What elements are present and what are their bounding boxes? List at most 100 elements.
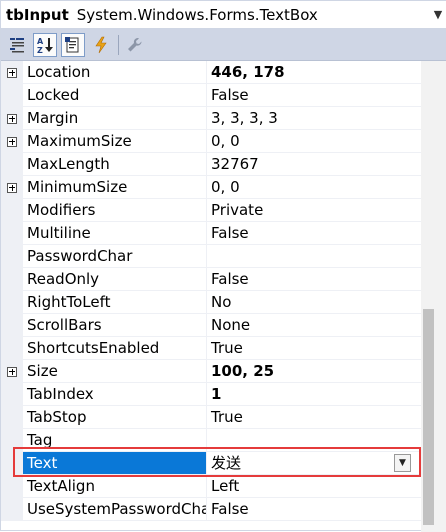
property-value[interactable]: False xyxy=(207,498,421,521)
row-gutter xyxy=(1,153,23,176)
categorized-icon xyxy=(10,37,24,52)
row-gutter xyxy=(1,245,23,268)
row-gutter xyxy=(1,406,23,429)
property-name[interactable]: ShortcutsEnabled xyxy=(23,337,206,360)
row-gutter[interactable] xyxy=(1,130,23,153)
wrench-icon xyxy=(128,37,142,51)
property-row[interactable]: Tag xyxy=(1,429,421,452)
property-value[interactable]: 100, 25 xyxy=(207,360,421,383)
property-name[interactable]: TextAlign xyxy=(23,475,206,498)
scrollbar-thumb[interactable] xyxy=(423,309,434,525)
row-gutter xyxy=(1,291,23,314)
events-button[interactable] xyxy=(89,33,113,57)
properties-window: tbInput System.Windows.Forms.TextBox ▼ A… xyxy=(0,0,446,532)
toolbar-separator xyxy=(118,34,119,55)
property-name[interactable]: Location xyxy=(23,61,206,84)
property-row[interactable]: Multiline False xyxy=(1,222,421,245)
property-row[interactable]: Modifiers Private xyxy=(1,199,421,222)
expand-plus-icon[interactable] xyxy=(7,366,17,377)
property-row[interactable]: Text 发送 ▼ xyxy=(1,452,421,475)
property-row[interactable]: TabIndex 1 xyxy=(1,383,421,406)
property-value[interactable]: None xyxy=(207,314,421,337)
vertical-scrollbar[interactable] xyxy=(421,61,446,532)
property-name[interactable]: Modifiers xyxy=(23,199,206,222)
events-icon xyxy=(95,36,107,53)
property-name[interactable]: TabStop xyxy=(23,406,206,429)
property-name[interactable]: MinimumSize xyxy=(23,176,206,199)
object-name: tbInput xyxy=(6,5,69,24)
property-value[interactable]: False xyxy=(207,268,421,291)
expand-plus-icon[interactable] xyxy=(7,113,17,124)
property-name[interactable]: RightToLeft xyxy=(23,291,206,314)
property-value[interactable]: False xyxy=(207,222,421,245)
property-row[interactable]: ScrollBars None xyxy=(1,314,421,337)
property-value[interactable]: True xyxy=(207,406,421,429)
svg-text:A: A xyxy=(37,37,44,46)
property-row[interactable]: Size 100, 25 xyxy=(1,360,421,383)
expand-plus-icon[interactable] xyxy=(7,182,17,193)
expand-plus-icon[interactable] xyxy=(7,67,17,78)
row-gutter xyxy=(1,268,23,291)
property-grid: Location 446, 178 Locked False Margin 3, 3, 3… xyxy=(1,61,421,532)
expand-plus-icon[interactable] xyxy=(7,136,17,147)
alphabetical-button[interactable]: A Z xyxy=(33,32,57,57)
chevron-down-icon[interactable]: ▼ xyxy=(429,1,446,28)
property-row[interactable]: MinimumSize 0, 0 xyxy=(1,176,421,199)
object-type: System.Windows.Forms.TextBox xyxy=(76,5,318,24)
row-gutter xyxy=(1,337,23,360)
value-dropdown-button[interactable]: ▼ xyxy=(394,454,411,472)
property-row[interactable]: RightToLeft No xyxy=(1,291,421,314)
row-gutter xyxy=(1,84,23,107)
property-value[interactable] xyxy=(207,245,421,268)
property-row[interactable]: Locked False xyxy=(1,84,421,107)
property-row[interactable]: ShortcutsEnabled True xyxy=(1,337,421,360)
row-gutter xyxy=(1,314,23,337)
row-gutter xyxy=(1,475,23,498)
property-name[interactable]: ReadOnly xyxy=(23,268,206,291)
property-row[interactable]: ReadOnly False xyxy=(1,268,421,291)
property-value[interactable]: 32767 xyxy=(207,153,421,176)
property-name[interactable]: Size xyxy=(23,360,206,383)
property-row[interactable]: MaxLength 32767 xyxy=(1,153,421,176)
property-value[interactable]: True xyxy=(207,337,421,360)
property-row[interactable]: PasswordChar xyxy=(1,245,421,268)
row-gutter[interactable] xyxy=(1,176,23,199)
property-row[interactable]: MaximumSize 0, 0 xyxy=(1,130,421,153)
property-value[interactable]: 0, 0 xyxy=(207,176,421,199)
property-name[interactable]: ScrollBars xyxy=(23,314,206,337)
object-selector[interactable]: tbInput System.Windows.Forms.TextBox ▼ xyxy=(1,1,446,29)
categorized-button[interactable] xyxy=(5,33,29,57)
property-value[interactable]: False xyxy=(207,84,421,107)
property-value[interactable]: Left xyxy=(207,475,421,498)
property-value[interactable] xyxy=(207,429,421,452)
property-value[interactable]: No xyxy=(207,291,421,314)
row-gutter xyxy=(1,429,23,452)
property-value[interactable]: 3, 3, 3, 3 xyxy=(207,107,421,130)
property-value[interactable]: Private xyxy=(207,199,421,222)
property-value[interactable]: 446, 178 xyxy=(207,61,421,84)
property-name[interactable]: Margin xyxy=(23,107,206,130)
property-pages-button[interactable] xyxy=(123,33,147,57)
row-gutter[interactable] xyxy=(1,61,23,84)
property-row[interactable]: Location 446, 178 xyxy=(1,61,421,84)
property-name[interactable]: MaximumSize xyxy=(23,130,206,153)
property-name[interactable]: MaxLength xyxy=(23,153,206,176)
row-gutter[interactable] xyxy=(1,360,23,383)
property-name[interactable]: TabIndex xyxy=(23,383,206,406)
property-value[interactable]: 0, 0 xyxy=(207,130,421,153)
property-name[interactable]: PasswordChar xyxy=(23,245,206,268)
property-row[interactable]: UseSystemPasswordChar False xyxy=(1,498,421,521)
properties-button[interactable] xyxy=(61,32,85,57)
alphabetical-icon: A Z xyxy=(37,37,53,54)
property-value[interactable]: 1 xyxy=(207,383,421,406)
property-value[interactable]: 发送 xyxy=(207,452,421,475)
property-row[interactable]: Margin 3, 3, 3, 3 xyxy=(1,107,421,130)
property-name[interactable]: Text xyxy=(23,452,206,475)
property-row[interactable]: TextAlign Left xyxy=(1,475,421,498)
property-name[interactable]: Locked xyxy=(23,84,206,107)
row-gutter[interactable] xyxy=(1,107,23,130)
property-name[interactable]: Multiline xyxy=(23,222,206,245)
property-name[interactable]: Tag xyxy=(23,429,206,452)
property-name[interactable]: UseSystemPasswordChar xyxy=(23,498,206,521)
property-row[interactable]: TabStop True xyxy=(1,406,421,429)
